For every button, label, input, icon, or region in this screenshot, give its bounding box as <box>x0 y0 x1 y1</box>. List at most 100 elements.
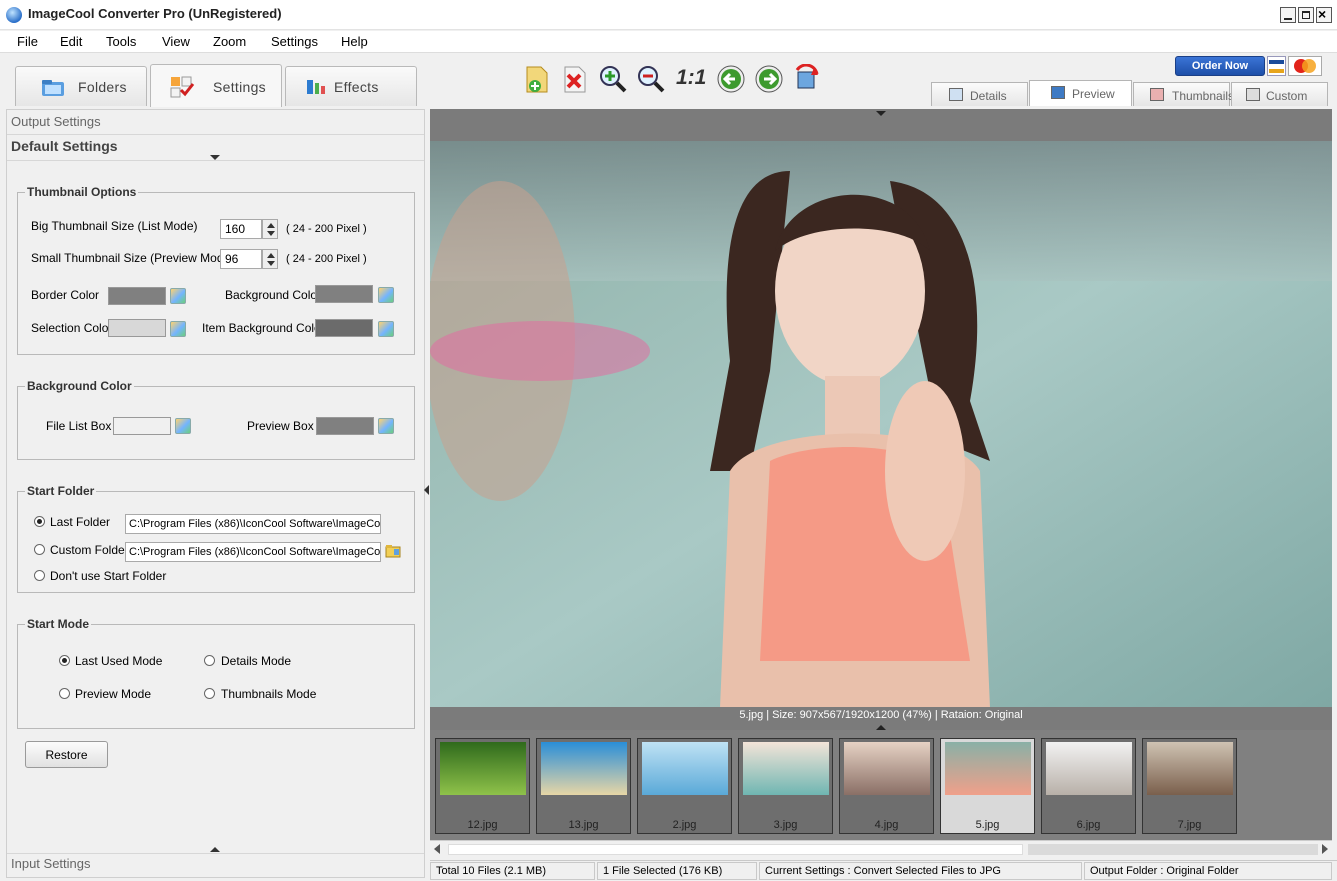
thumbnail-item[interactable]: 7.jpg <box>1142 738 1237 834</box>
selection-color-swatch[interactable] <box>108 319 166 337</box>
output-settings-header[interactable]: Output Settings <box>11 114 101 129</box>
preview-caption: 5.jpg | Size: 907x567/1920x1200 (47%) | … <box>430 707 1332 725</box>
menu-bar: File Edit Tools View Zoom Settings Help <box>0 31 1337 53</box>
scroll-track[interactable] <box>1028 844 1318 855</box>
tab-settings[interactable]: Settings <box>150 64 282 107</box>
splitter-arrow-icon[interactable] <box>424 485 429 495</box>
expand-arrow-icon[interactable] <box>210 847 220 852</box>
input-settings-header[interactable]: Input Settings <box>11 856 91 871</box>
app-icon <box>6 7 22 23</box>
item-background-color-swatch[interactable] <box>315 319 373 337</box>
color-picker-icon[interactable] <box>175 418 191 434</box>
thumbnail-image <box>945 742 1031 795</box>
status-output-folder: Output Folder : Original Folder <box>1084 862 1332 880</box>
last-used-mode-radio[interactable] <box>59 655 70 666</box>
minimize-button[interactable] <box>1280 7 1296 23</box>
thumbnail-image <box>1046 742 1132 795</box>
tab-folders[interactable]: Folders <box>15 66 147 106</box>
previous-icon[interactable] <box>716 64 746 94</box>
color-picker-icon[interactable] <box>378 287 394 303</box>
thumbnail-strip: 12.jpg 13.jpg 2.jpg 3.jpg 4.jpg 5.jpg 6.… <box>430 730 1332 840</box>
thumbnail-image <box>844 742 930 795</box>
menu-zoom[interactable]: Zoom <box>213 34 246 49</box>
spin-up-icon <box>267 223 275 228</box>
mastercard-icon <box>1288 56 1322 76</box>
restore-button[interactable]: Restore <box>25 741 108 768</box>
effects-icon <box>306 78 330 96</box>
small-thumbnail-size-input[interactable]: 96 <box>220 249 262 269</box>
thumbnail-item[interactable]: 4.jpg <box>839 738 934 834</box>
thumbnail-image <box>1147 742 1233 795</box>
thumbnail-item[interactable]: 3.jpg <box>738 738 833 834</box>
color-picker-icon[interactable] <box>170 321 186 337</box>
custom-icon <box>1246 88 1260 101</box>
custom-folder-radio[interactable] <box>34 544 45 555</box>
scroll-left-icon[interactable] <box>434 844 440 854</box>
tab-custom[interactable]: Custom <box>1231 82 1328 106</box>
zoom-in-icon[interactable] <box>598 64 628 94</box>
window-title: ImageCool Converter Pro (UnRegistered) <box>28 6 282 21</box>
menu-help[interactable]: Help <box>341 34 368 49</box>
background-color-swatch[interactable] <box>315 285 373 303</box>
last-folder-radio[interactable] <box>34 516 45 527</box>
tab-details[interactable]: Details <box>931 82 1028 106</box>
preview-image[interactable] <box>430 141 1332 708</box>
tab-preview[interactable]: Preview <box>1029 80 1132 106</box>
menu-settings[interactable]: Settings <box>271 34 318 49</box>
thumbnails-icon <box>1150 88 1164 101</box>
menu-view[interactable]: View <box>162 34 190 49</box>
tab-thumbnails[interactable]: Thumbnails <box>1133 82 1234 106</box>
status-selected: 1 File Selected (176 KB) <box>597 862 757 880</box>
preview-mode-radio[interactable] <box>59 688 70 699</box>
dont-use-start-folder-radio[interactable] <box>34 570 45 581</box>
menu-edit[interactable]: Edit <box>60 34 82 49</box>
small-thumbnail-spinner[interactable] <box>262 249 278 269</box>
thumbnail-image <box>642 742 728 795</box>
last-folder-path[interactable]: C:\Program Files (x86)\IconCool Software… <box>125 514 381 534</box>
tab-effects[interactable]: Effects <box>285 66 417 106</box>
thumbnail-image <box>541 742 627 795</box>
spin-up-icon <box>267 253 275 258</box>
add-file-icon[interactable] <box>522 64 552 94</box>
zoom-out-icon[interactable] <box>636 64 666 94</box>
details-mode-radio[interactable] <box>204 655 215 666</box>
thumbnail-item-selected[interactable]: 5.jpg <box>940 738 1035 834</box>
preview-box-swatch[interactable] <box>316 417 374 435</box>
color-picker-icon[interactable] <box>378 321 394 337</box>
collapse-top-icon[interactable] <box>876 111 886 116</box>
default-settings-header: Default Settings <box>11 138 118 154</box>
color-picker-icon[interactable] <box>378 418 394 434</box>
browse-folder-icon[interactable] <box>385 543 401 559</box>
thumbnail-item[interactable]: 6.jpg <box>1041 738 1136 834</box>
menu-file[interactable]: File <box>17 34 38 49</box>
title-bar: ImageCool Converter Pro (UnRegistered) × <box>0 0 1337 30</box>
maximize-button[interactable] <box>1298 7 1314 23</box>
big-thumbnail-size-input[interactable]: 160 <box>220 219 262 239</box>
background-color-group: Background Color File List Box Preview B… <box>17 379 415 460</box>
thumbnail-item[interactable]: 2.jpg <box>637 738 732 834</box>
order-now-button[interactable]: Order Now <box>1175 56 1265 76</box>
preview-icon <box>1051 86 1065 99</box>
menu-tools[interactable]: Tools <box>106 34 136 49</box>
thumbnail-scrollbar[interactable] <box>430 840 1332 858</box>
next-icon[interactable] <box>754 64 784 94</box>
color-picker-icon[interactable] <box>170 288 186 304</box>
start-folder-group: Start Folder Last Folder C:\Program File… <box>17 484 415 593</box>
settings-pane: Output Settings Default Settings Thumbna… <box>6 109 425 878</box>
actual-size-icon[interactable]: 1:1 <box>676 66 706 96</box>
scroll-right-icon[interactable] <box>1322 844 1328 854</box>
border-color-swatch[interactable] <box>108 287 166 305</box>
thumbnails-mode-radio[interactable] <box>204 688 215 699</box>
delete-icon[interactable] <box>560 64 590 94</box>
details-icon <box>949 88 963 101</box>
scroll-thumb[interactable] <box>448 844 1023 855</box>
file-list-box-swatch[interactable] <box>113 417 171 435</box>
folders-icon <box>40 77 66 97</box>
thumbnail-item[interactable]: 12.jpg <box>435 738 530 834</box>
custom-folder-path[interactable]: C:\Program Files (x86)\IconCool Software… <box>125 542 381 562</box>
big-thumbnail-spinner[interactable] <box>262 219 278 239</box>
start-mode-group: Start Mode Last Used Mode Details Mode P… <box>17 617 415 729</box>
close-button[interactable]: × <box>1316 6 1332 23</box>
rotate-icon[interactable] <box>792 63 822 94</box>
thumbnail-item[interactable]: 13.jpg <box>536 738 631 834</box>
